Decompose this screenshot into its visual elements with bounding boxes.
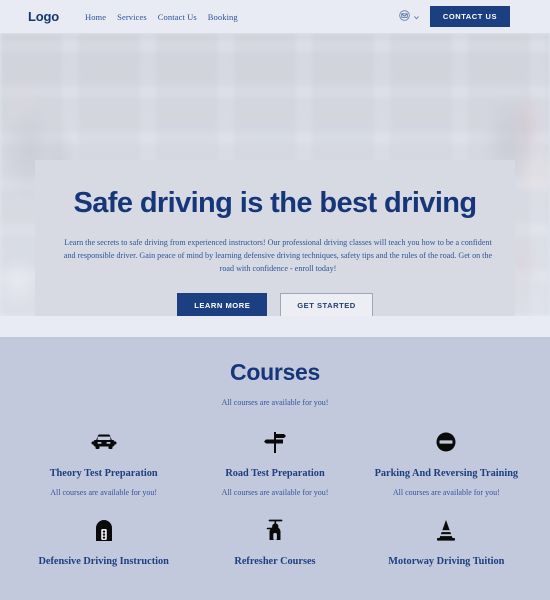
course-card-road-test-preparation[interactable]: Road Test Preparation All courses are av… xyxy=(189,427,360,497)
course-card-refresher-courses[interactable]: Refresher Courses xyxy=(189,515,360,576)
course-card-defensive-driving-instruction[interactable]: Defensive Driving Instruction xyxy=(18,515,189,576)
learn-more-button[interactable]: LEARN MORE xyxy=(177,293,268,316)
course-title: Refresher Courses xyxy=(234,555,316,567)
traffic-cone-icon xyxy=(367,515,526,545)
course-card-theory-test-preparation[interactable]: Theory Test Preparation All courses are … xyxy=(18,427,189,497)
nav-item-services[interactable]: Services xyxy=(117,12,147,22)
courses-grid: Theory Test Preparation All courses are … xyxy=(0,427,550,576)
main-nav: Home Services Contact Us Booking xyxy=(85,12,238,22)
hero-title: Safe driving is the best driving xyxy=(73,187,478,219)
traffic-light-tunnel-icon xyxy=(24,515,183,545)
chevron-down-icon[interactable] xyxy=(413,8,420,26)
course-title: Parking And Reversing Training xyxy=(374,468,519,479)
course-description: All courses are available for you! xyxy=(392,487,500,497)
header-actions: CONTACT US xyxy=(399,6,510,27)
course-card-parking-and-reversing-training[interactable]: Parking And Reversing Training All cours… xyxy=(361,427,532,497)
courses-subtitle: All courses are available for you! xyxy=(221,398,329,407)
section-divider xyxy=(0,316,550,337)
course-title: Road Test Preparation xyxy=(225,468,325,479)
hero-card: Safe driving is the best driving Learn t… xyxy=(35,160,515,316)
site-logo[interactable]: Logo xyxy=(28,9,59,24)
car-front-icon xyxy=(24,427,183,457)
course-title: Motorway Driving Tuition xyxy=(388,555,505,567)
mail-dropdown[interactable] xyxy=(399,8,420,26)
contact-us-button[interactable]: CONTACT US xyxy=(429,6,510,27)
course-card-motorway-driving-tuition[interactable]: Motorway Driving Tuition xyxy=(361,515,532,576)
courses-title: Courses xyxy=(230,359,320,385)
course-description: All courses are available for you! xyxy=(221,487,329,497)
no-entry-sign-icon xyxy=(367,427,526,457)
hero-paragraph: Learn the secrets to safe driving from e… xyxy=(63,237,493,274)
scooter-icon xyxy=(195,515,354,545)
hero-section: Safe driving is the best driving Learn t… xyxy=(0,33,550,316)
get-started-button[interactable]: GET STARTED xyxy=(280,293,373,316)
hero-button-group: LEARN MORE GET STARTED xyxy=(63,293,487,316)
nav-item-home[interactable]: Home xyxy=(85,12,106,22)
signpost-icon xyxy=(195,427,354,457)
course-description: All courses are available for you! xyxy=(50,487,158,497)
nav-item-contact-us[interactable]: Contact Us xyxy=(158,12,197,22)
courses-section: Courses All courses are available for yo… xyxy=(0,337,550,600)
course-title: Theory Test Preparation xyxy=(49,468,158,479)
nav-item-booking[interactable]: Booking xyxy=(208,12,238,22)
course-title: Defensive Driving Instruction xyxy=(38,555,169,567)
site-header: Logo Home Services Contact Us Booking CO… xyxy=(0,0,550,33)
mail-circle-icon[interactable] xyxy=(399,8,410,26)
